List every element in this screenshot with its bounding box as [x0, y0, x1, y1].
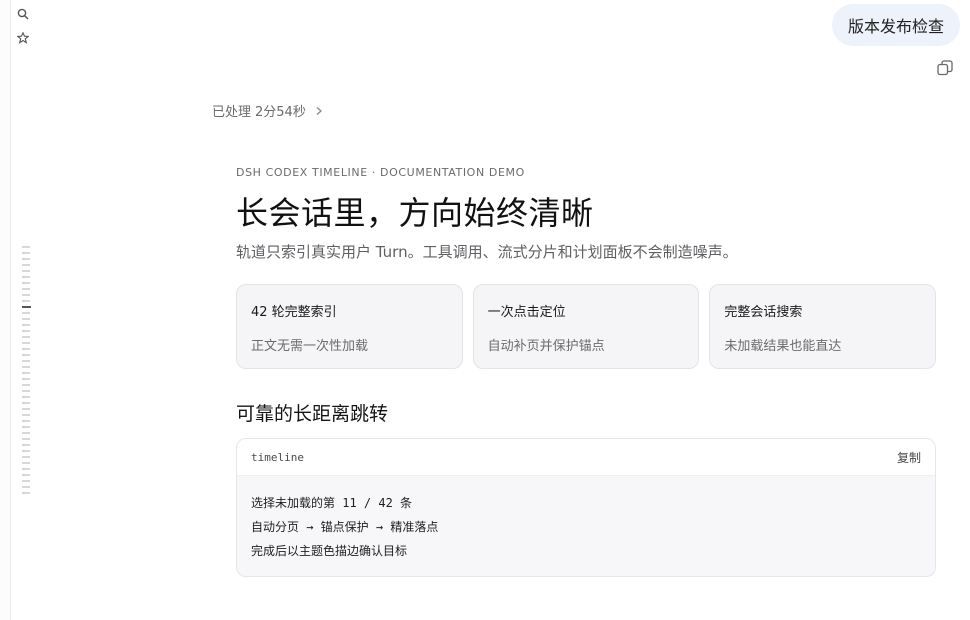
subtitle: 轨道只索引真实用户 Turn。工具调用、流式分片和计划面板不会制造噪声。: [236, 243, 738, 261]
timeline-marker[interactable]: [22, 312, 30, 314]
timeline-marker[interactable]: [22, 258, 30, 260]
timeline-marker[interactable]: [22, 378, 30, 380]
left-rail: [0, 0, 11, 620]
code-line: 选择未加载的第 11 / 42 条: [251, 496, 413, 510]
timeline-marker[interactable]: [22, 390, 30, 392]
timeline-marker[interactable]: [22, 288, 30, 290]
code-language: timeline: [251, 450, 304, 464]
timeline-marker[interactable]: [22, 408, 30, 410]
eyebrow-text: DSH CODEX TIMELINE · DOCUMENTATION DEMO: [236, 166, 525, 179]
timeline-marker[interactable]: [22, 462, 30, 464]
timeline-marker[interactable]: [22, 252, 30, 254]
user-message-text: 版本发布检查: [847, 17, 944, 36]
timeline-marker[interactable]: [22, 444, 30, 446]
timeline-marker[interactable]: [22, 402, 30, 404]
timeline-marker[interactable]: [22, 492, 30, 494]
user-message-bubble: 版本发布检查: [831, 4, 960, 46]
timeline-marker[interactable]: [22, 276, 30, 278]
code-block-header: timeline 复制: [237, 439, 935, 476]
timeline-marker[interactable]: [22, 468, 30, 470]
timeline-rail[interactable]: [22, 246, 32, 498]
feature-card-title: 一次点击定位: [487, 305, 566, 320]
processing-summary[interactable]: 已处理 2分54秒: [212, 101, 324, 120]
processed-duration: 2分54秒: [255, 105, 306, 120]
timeline-marker-active[interactable]: [22, 306, 31, 308]
feature-card-desc: 未加载结果也能直达: [724, 339, 842, 354]
timeline-marker[interactable]: [22, 450, 30, 452]
timeline-marker[interactable]: [22, 360, 30, 362]
star-icon[interactable]: [16, 31, 30, 45]
code-block: timeline 复制 选择未加载的第 11 / 42 条 自动分页 → 锚点保…: [236, 438, 936, 577]
assistant-response: DSH CODEX TIMELINE · DOCUMENTATION DEMO …: [236, 166, 937, 577]
timeline-marker[interactable]: [22, 348, 30, 350]
code-body: 选择未加载的第 11 / 42 条 自动分页 → 锚点保护 → 精准落点 完成后…: [237, 476, 935, 563]
timeline-marker[interactable]: [22, 480, 30, 482]
feature-card: 一次点击定位 自动补页并保护锚点: [472, 284, 700, 369]
feature-card-title: 完整会话搜索: [724, 305, 803, 320]
copy-code-button[interactable]: 复制: [897, 449, 921, 466]
feature-card: 完整会话搜索 未加载结果也能直达: [709, 284, 937, 369]
search-icon[interactable]: [16, 7, 30, 21]
timeline-marker[interactable]: [22, 396, 30, 398]
timeline-marker[interactable]: [22, 324, 30, 326]
timeline-marker[interactable]: [22, 432, 30, 434]
timeline-marker[interactable]: [22, 336, 30, 338]
timeline-marker[interactable]: [22, 372, 30, 374]
timeline-marker[interactable]: [22, 264, 30, 266]
timeline-marker[interactable]: [22, 342, 30, 344]
timeline-marker[interactable]: [22, 438, 30, 440]
chevron-right-icon: [316, 106, 322, 115]
timeline-marker[interactable]: [22, 270, 30, 272]
timeline-marker[interactable]: [22, 300, 30, 302]
timeline-marker[interactable]: [22, 486, 30, 488]
page-title: 长会话里，方向始终清晰: [236, 194, 594, 232]
feature-card-desc: 自动补页并保护锚点: [487, 339, 605, 354]
timeline-marker[interactable]: [22, 414, 30, 416]
code-line: 自动分页 → 锚点保护 → 精准落点: [251, 520, 439, 534]
processed-label: 已处理: [212, 105, 252, 120]
chat-page: 版本发布检查 已处理 2分54秒 DSH CODEX TIMELINE · DO…: [0, 0, 970, 620]
timeline-marker[interactable]: [22, 420, 30, 422]
feature-card-desc: 正文无需一次性加载: [251, 339, 369, 354]
timeline-marker[interactable]: [22, 294, 30, 296]
timeline-marker[interactable]: [22, 474, 30, 476]
timeline-marker[interactable]: [22, 282, 30, 284]
feature-card: 42 轮完整索引 正文无需一次性加载: [236, 284, 463, 369]
timeline-marker[interactable]: [22, 384, 30, 386]
feature-cards: 42 轮完整索引 正文无需一次性加载 一次点击定位 自动补页并保护锚点 完整会话…: [236, 284, 937, 369]
timeline-marker[interactable]: [22, 330, 30, 332]
timeline-marker[interactable]: [22, 456, 30, 458]
timeline-marker[interactable]: [22, 426, 30, 428]
timeline-marker[interactable]: [22, 318, 30, 320]
timeline-marker[interactable]: [22, 246, 30, 248]
copy-icon[interactable]: [936, 59, 954, 77]
feature-card-title: 42 轮完整索引: [251, 305, 337, 320]
code-line: 完成后以主题色描边确认目标: [251, 544, 408, 558]
timeline-marker[interactable]: [22, 354, 30, 356]
section-heading: 可靠的长距离跳转: [236, 403, 389, 425]
timeline-marker[interactable]: [22, 366, 30, 368]
